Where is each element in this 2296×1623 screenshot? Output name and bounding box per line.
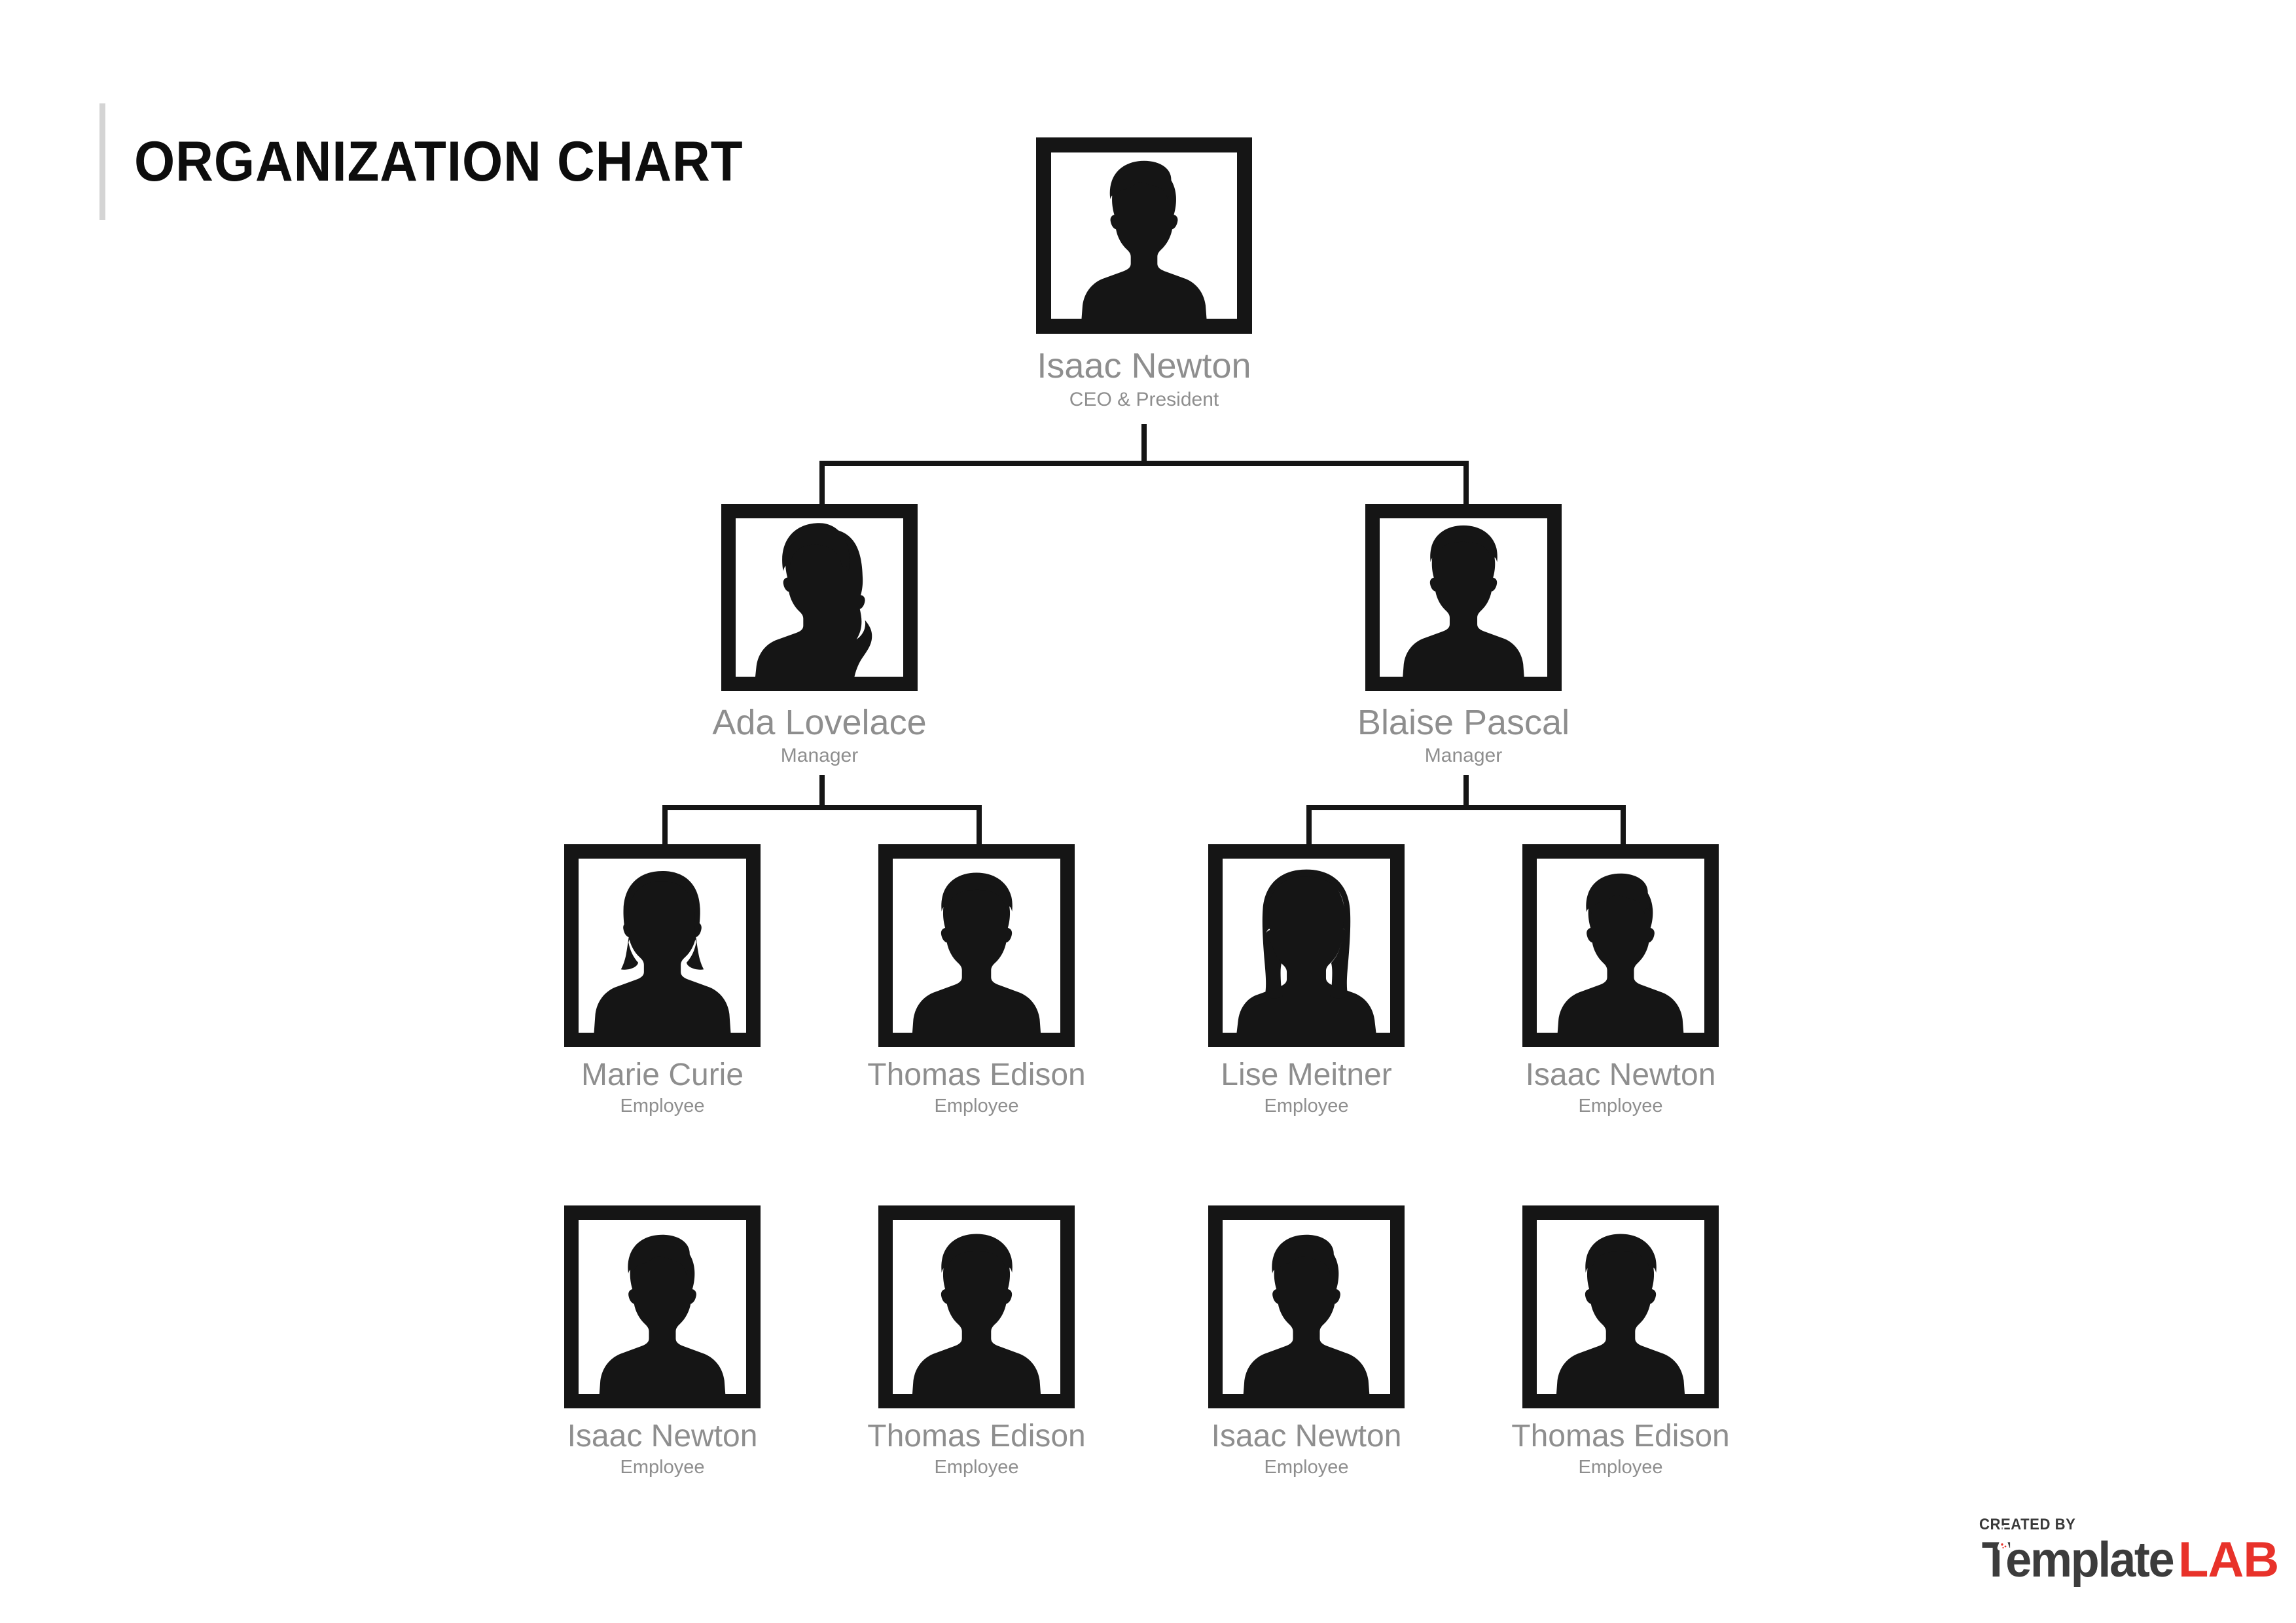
avatar-male-curly-icon (564, 1205, 761, 1408)
org-node-title: Manager (1424, 745, 1503, 767)
logo-template-text: Template (1981, 1532, 2175, 1588)
logo-wordmark: Template LAB (1977, 1525, 2279, 1588)
org-node-employee-5[interactable]: Isaac Newton Employee (564, 1205, 761, 1478)
avatar-male-curly-icon (1208, 1205, 1405, 1408)
org-node-name: Lise Meitner (1221, 1058, 1392, 1092)
org-node-name: Isaac Newton (1037, 346, 1251, 385)
org-chart: Isaac Newton CEO & President Ada Lovelac… (0, 0, 2296, 1623)
org-node-title: CEO & President (1069, 389, 1219, 411)
org-node-title: Employee (1578, 1095, 1663, 1116)
connector-to-manager-left (819, 461, 825, 508)
avatar-male-short-icon (1522, 1205, 1719, 1408)
org-node-title: Employee (1264, 1095, 1349, 1116)
connector-manager-right-stem (1463, 775, 1469, 809)
org-node-employee-2[interactable]: Thomas Edison Employee (867, 844, 1086, 1117)
org-node-employee-1[interactable]: Marie Curie Employee (564, 844, 761, 1117)
avatar-male-short-icon (878, 844, 1075, 1047)
org-node-name: Thomas Edison (1511, 1419, 1730, 1454)
org-node-title: Employee (1578, 1456, 1663, 1478)
templatelab-logo: CREATED BY Template LAB (1977, 1516, 2279, 1596)
avatar-male-curly-icon (1036, 137, 1252, 334)
avatar-male-curly-icon (1522, 844, 1719, 1047)
avatar-male-short-icon (1365, 504, 1562, 691)
org-node-name: Blaise Pascal (1357, 703, 1570, 742)
org-node-name: Isaac Newton (1211, 1419, 1402, 1454)
org-node-employee-8[interactable]: Thomas Edison Employee (1511, 1205, 1730, 1478)
org-node-title: Employee (620, 1456, 705, 1478)
org-node-manager-left[interactable]: Ada Lovelace Manager (712, 504, 927, 767)
org-node-title: Employee (1264, 1456, 1349, 1478)
org-node-title: Employee (934, 1456, 1019, 1478)
connector-to-employee-4 (1621, 805, 1626, 848)
connector-manager-left-stem (819, 775, 825, 809)
org-node-title: Employee (934, 1095, 1019, 1116)
avatar-female-bob-icon (564, 844, 761, 1047)
org-node-employee-6[interactable]: Thomas Edison Employee (867, 1205, 1086, 1478)
org-node-employee-7[interactable]: Isaac Newton Employee (1208, 1205, 1405, 1478)
org-node-name: Isaac Newton (567, 1419, 758, 1454)
connector-manager-left-bar (662, 805, 982, 810)
org-node-employee-4[interactable]: Isaac Newton Employee (1522, 844, 1719, 1117)
avatar-male-short-icon (878, 1205, 1075, 1408)
org-node-employee-3[interactable]: Lise Meitner Employee (1208, 844, 1405, 1117)
connector-to-employee-3 (1306, 805, 1312, 848)
connector-manager-right-bar (1306, 805, 1626, 810)
org-node-ceo[interactable]: Isaac Newton CEO & President (1036, 137, 1252, 410)
logo-created-by-label: CREATED BY (1979, 1516, 2076, 1533)
connector-to-employee-2 (977, 805, 982, 848)
org-node-manager-right[interactable]: Blaise Pascal Manager (1357, 504, 1570, 767)
org-node-name: Marie Curie (581, 1058, 744, 1092)
org-node-title: Employee (620, 1095, 705, 1116)
org-node-title: Manager (780, 745, 859, 767)
org-node-name: Thomas Edison (867, 1058, 1086, 1092)
avatar-female-ponytail-icon (721, 504, 918, 691)
logo-lab-text: LAB (2178, 1532, 2279, 1588)
avatar-female-long-icon (1208, 844, 1405, 1047)
org-node-name: Isaac Newton (1525, 1058, 1716, 1092)
connector-ceo-stem (1141, 424, 1147, 465)
org-node-name: Ada Lovelace (712, 703, 927, 742)
connector-to-employee-1 (662, 805, 668, 848)
connector-ceo-bar (819, 461, 1469, 466)
connector-to-manager-right (1463, 461, 1469, 508)
org-node-name: Thomas Edison (867, 1419, 1086, 1454)
